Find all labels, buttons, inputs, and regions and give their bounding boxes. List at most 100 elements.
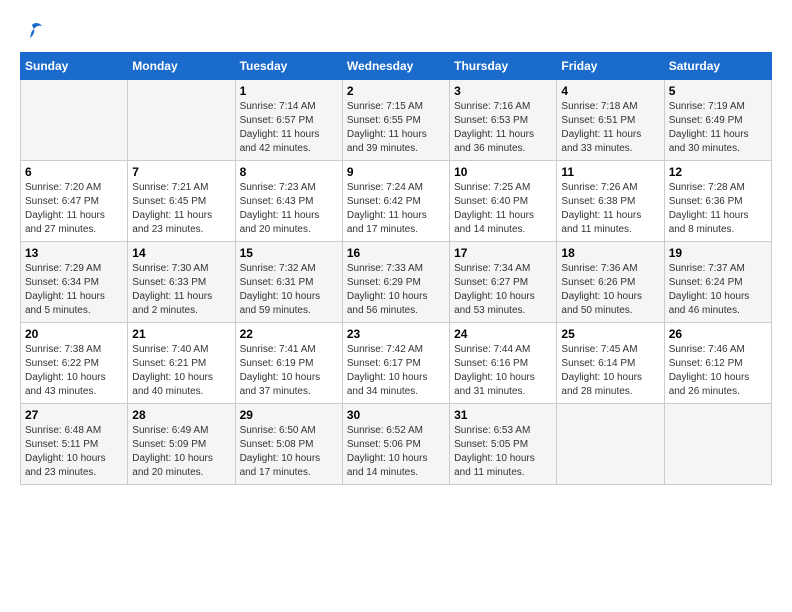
day-number: 28 [132, 408, 230, 422]
weekday-header-friday: Friday [557, 53, 664, 80]
calendar-cell: 23 Sunrise: 7:42 AM Sunset: 6:17 PM Dayli… [342, 323, 449, 404]
day-info: Sunrise: 6:49 AM Sunset: 5:09 PM Dayligh… [132, 424, 230, 480]
calendar-cell: 4 Sunrise: 7:18 AM Sunset: 6:51 PM Daylig… [557, 80, 664, 161]
calendar-cell: 15 Sunrise: 7:32 AM Sunset: 6:31 PM Dayli… [235, 242, 342, 323]
day-number: 7 [132, 165, 230, 179]
weekday-header-sunday: Sunday [21, 53, 128, 80]
day-info: Sunrise: 7:32 AM Sunset: 6:31 PM Dayligh… [240, 262, 338, 318]
calendar-cell: 3Sunrise: 7:16 AM Sunset: 6:53 PM Daylig… [450, 80, 557, 161]
calendar-cell [21, 80, 128, 161]
day-number: 13 [25, 246, 123, 260]
day-info: Sunrise: 7:45 AM Sunset: 6:14 PM Dayligh… [561, 343, 659, 399]
calendar-cell: 30Sunrise: 6:52 AM Sunset: 5:06 PM Dayli… [342, 404, 449, 485]
day-info: Sunrise: 7:36 AM Sunset: 6:26 PM Dayligh… [561, 262, 659, 318]
calendar-cell: 6 Sunrise: 7:20 AM Sunset: 6:47 PM Daylig… [21, 161, 128, 242]
day-info: Sunrise: 7:34 AM Sunset: 6:27 PM Dayligh… [454, 262, 552, 318]
day-number: 31 [454, 408, 552, 422]
day-number: 10 [454, 165, 552, 179]
weekday-header-monday: Monday [128, 53, 235, 80]
calendar-cell: 19 Sunrise: 7:37 AM Sunset: 6:24 PM Dayli… [664, 242, 771, 323]
day-number: 27 [25, 408, 123, 422]
calendar-cell: 11Sunrise: 7:26 AM Sunset: 6:38 PM Dayli… [557, 161, 664, 242]
day-info: Sunrise: 7:29 AM Sunset: 6:34 PM Dayligh… [25, 262, 123, 318]
day-number: 17 [454, 246, 552, 260]
day-number: 20 [25, 327, 123, 341]
weekday-header-wednesday: Wednesday [342, 53, 449, 80]
day-info: Sunrise: 7:42 AM Sunset: 6:17 PM Dayligh… [347, 343, 445, 399]
day-info: Sunrise: 7:38 AM Sunset: 6:22 PM Dayligh… [25, 343, 123, 399]
calendar-cell: 12 Sunrise: 7:28 AM Sunset: 6:36 PM Dayli… [664, 161, 771, 242]
calendar-cell: 10 Sunrise: 7:25 AM Sunset: 6:40 PM Dayli… [450, 161, 557, 242]
day-number: 8 [240, 165, 338, 179]
day-number: 2 [347, 84, 445, 98]
calendar-cell: 22Sunrise: 7:41 AM Sunset: 6:19 PM Dayli… [235, 323, 342, 404]
day-info: Sunrise: 7:16 AM Sunset: 6:53 PM Dayligh… [454, 100, 552, 156]
day-number: 19 [669, 246, 767, 260]
calendar-cell: 8 Sunrise: 7:23 AM Sunset: 6:43 PM Daylig… [235, 161, 342, 242]
calendar-table: SundayMondayTuesdayWednesdayThursdayFrid… [20, 52, 772, 485]
weekday-header-thursday: Thursday [450, 53, 557, 80]
day-info: Sunrise: 7:44 AM Sunset: 6:16 PM Dayligh… [454, 343, 552, 399]
day-number: 23 [347, 327, 445, 341]
weekday-header-row: SundayMondayTuesdayWednesdayThursdayFrid… [21, 53, 772, 80]
calendar-cell [128, 80, 235, 161]
day-info: Sunrise: 6:50 AM Sunset: 5:08 PM Dayligh… [240, 424, 338, 480]
calendar-cell: 25 Sunrise: 7:45 AM Sunset: 6:14 PM Dayli… [557, 323, 664, 404]
calendar-cell: 14Sunrise: 7:30 AM Sunset: 6:33 PM Dayli… [128, 242, 235, 323]
day-info: Sunrise: 7:26 AM Sunset: 6:38 PM Dayligh… [561, 181, 659, 237]
day-info: Sunrise: 7:37 AM Sunset: 6:24 PM Dayligh… [669, 262, 767, 318]
day-number: 15 [240, 246, 338, 260]
calendar-cell: 31 Sunrise: 6:53 AM Sunset: 5:05 PM Dayli… [450, 404, 557, 485]
day-info: Sunrise: 7:14 AM Sunset: 6:57 PM Dayligh… [240, 100, 338, 156]
calendar-cell: 24 Sunrise: 7:44 AM Sunset: 6:16 PM Dayli… [450, 323, 557, 404]
logo [20, 20, 44, 42]
day-number: 25 [561, 327, 659, 341]
day-number: 9 [347, 165, 445, 179]
calendar-week-5: 27 Sunrise: 6:48 AM Sunset: 5:11 PM Dayli… [21, 404, 772, 485]
day-number: 5 [669, 84, 767, 98]
calendar-cell [664, 404, 771, 485]
calendar-cell: 27 Sunrise: 6:48 AM Sunset: 5:11 PM Dayli… [21, 404, 128, 485]
day-number: 24 [454, 327, 552, 341]
calendar-cell: 9 Sunrise: 7:24 AM Sunset: 6:42 PM Daylig… [342, 161, 449, 242]
day-info: Sunrise: 7:30 AM Sunset: 6:33 PM Dayligh… [132, 262, 230, 318]
calendar-cell: 7 Sunrise: 7:21 AM Sunset: 6:45 PM Daylig… [128, 161, 235, 242]
calendar-cell: 28 Sunrise: 6:49 AM Sunset: 5:09 PM Dayli… [128, 404, 235, 485]
calendar-cell: 29 Sunrise: 6:50 AM Sunset: 5:08 PM Dayli… [235, 404, 342, 485]
calendar-week-1: 1 Sunrise: 7:14 AM Sunset: 6:57 PM Daylig… [21, 80, 772, 161]
day-info: Sunrise: 7:25 AM Sunset: 6:40 PM Dayligh… [454, 181, 552, 237]
day-info: Sunrise: 7:19 AM Sunset: 6:49 PM Dayligh… [669, 100, 767, 156]
day-info: Sunrise: 7:23 AM Sunset: 6:43 PM Dayligh… [240, 181, 338, 237]
day-info: Sunrise: 6:48 AM Sunset: 5:11 PM Dayligh… [25, 424, 123, 480]
weekday-header-saturday: Saturday [664, 53, 771, 80]
day-number: 18 [561, 246, 659, 260]
day-number: 1 [240, 84, 338, 98]
day-info: Sunrise: 7:41 AM Sunset: 6:19 PM Dayligh… [240, 343, 338, 399]
calendar-cell [557, 404, 664, 485]
day-info: Sunrise: 7:15 AM Sunset: 6:55 PM Dayligh… [347, 100, 445, 156]
calendar-cell: 21 Sunrise: 7:40 AM Sunset: 6:21 PM Dayli… [128, 323, 235, 404]
day-info: Sunrise: 7:21 AM Sunset: 6:45 PM Dayligh… [132, 181, 230, 237]
calendar-cell: 16Sunrise: 7:33 AM Sunset: 6:29 PM Dayli… [342, 242, 449, 323]
day-number: 16 [347, 246, 445, 260]
calendar-week-3: 13 Sunrise: 7:29 AM Sunset: 6:34 PM Dayli… [21, 242, 772, 323]
calendar-week-4: 20 Sunrise: 7:38 AM Sunset: 6:22 PM Dayli… [21, 323, 772, 404]
day-info: Sunrise: 6:53 AM Sunset: 5:05 PM Dayligh… [454, 424, 552, 480]
day-number: 29 [240, 408, 338, 422]
header [20, 20, 772, 42]
day-info: Sunrise: 7:46 AM Sunset: 6:12 PM Dayligh… [669, 343, 767, 399]
day-number: 12 [669, 165, 767, 179]
day-number: 6 [25, 165, 123, 179]
day-info: Sunrise: 7:24 AM Sunset: 6:42 PM Dayligh… [347, 181, 445, 237]
day-number: 21 [132, 327, 230, 341]
day-info: Sunrise: 7:18 AM Sunset: 6:51 PM Dayligh… [561, 100, 659, 156]
day-number: 26 [669, 327, 767, 341]
day-info: Sunrise: 7:20 AM Sunset: 6:47 PM Dayligh… [25, 181, 123, 237]
calendar-cell: 2 Sunrise: 7:15 AM Sunset: 6:55 PM Daylig… [342, 80, 449, 161]
calendar-cell: 18 Sunrise: 7:36 AM Sunset: 6:26 PM Dayli… [557, 242, 664, 323]
day-number: 4 [561, 84, 659, 98]
calendar-week-2: 6 Sunrise: 7:20 AM Sunset: 6:47 PM Daylig… [21, 161, 772, 242]
day-info: Sunrise: 7:28 AM Sunset: 6:36 PM Dayligh… [669, 181, 767, 237]
calendar-cell: 26 Sunrise: 7:46 AM Sunset: 6:12 PM Dayli… [664, 323, 771, 404]
day-info: Sunrise: 7:40 AM Sunset: 6:21 PM Dayligh… [132, 343, 230, 399]
